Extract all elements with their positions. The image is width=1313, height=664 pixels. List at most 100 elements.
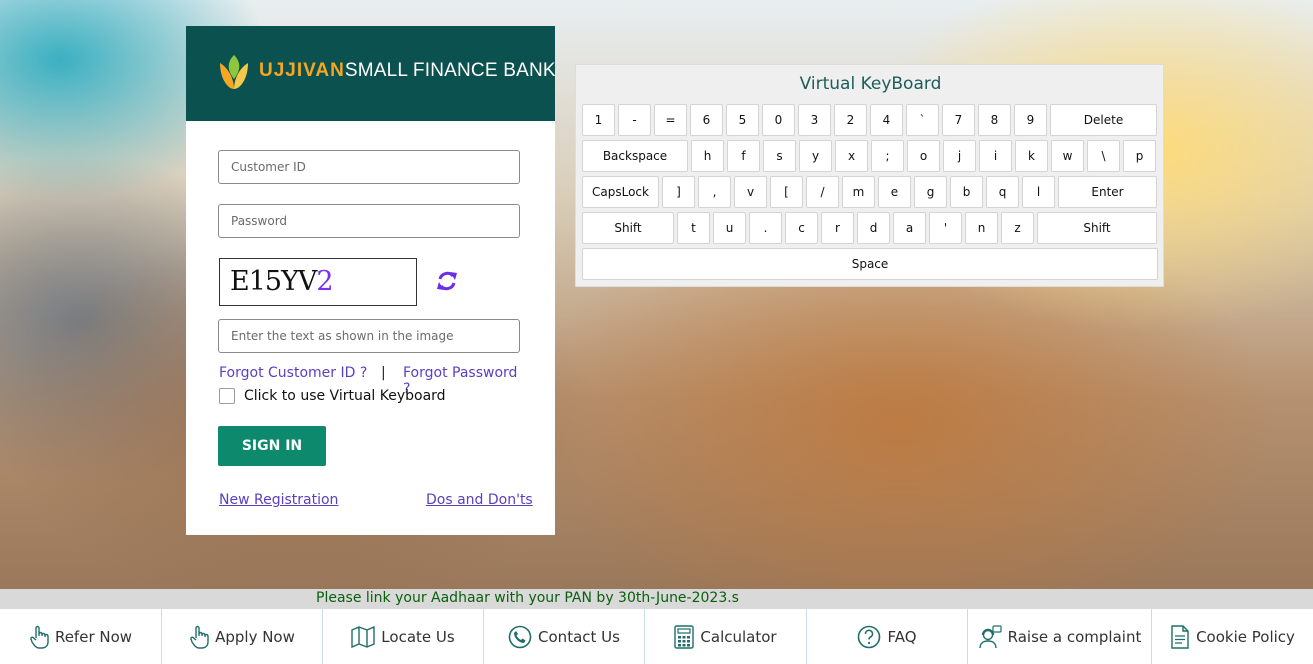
key-char[interactable]: n (965, 212, 998, 244)
key-capslock[interactable]: CapsLock (582, 176, 659, 208)
key-char[interactable]: o (907, 140, 940, 172)
forgot-customer-id-link[interactable]: Forgot Customer ID ? (219, 365, 367, 381)
footer-faq[interactable]: FAQ (807, 609, 968, 664)
footer-label: Locate Us (381, 627, 455, 646)
key-char[interactable]: ; (871, 140, 904, 172)
question-icon (858, 625, 881, 648)
brand-name-secondary: SMALL FINANCE BANK (344, 60, 556, 81)
key-char[interactable]: 4 (870, 104, 903, 136)
key-char[interactable]: f (727, 140, 760, 172)
virtual-keyboard-toggle[interactable]: Click to use Virtual Keyboard (219, 388, 446, 404)
key-char[interactable]: s (763, 140, 796, 172)
key-char[interactable]: ' (929, 212, 962, 244)
key-char[interactable]: r (821, 212, 854, 244)
key-char[interactable]: . (749, 212, 782, 244)
login-card: UJJIVANSMALL FINANCE BANK E15YV2 Forgot … (186, 26, 556, 535)
key-char[interactable]: 2 (834, 104, 867, 136)
key-char[interactable]: q (986, 176, 1019, 208)
footer-label: Calculator (700, 627, 777, 646)
key-shift[interactable]: Shift (582, 212, 674, 244)
footer-calculator[interactable]: Calculator (645, 609, 807, 664)
key-char[interactable]: ` (906, 104, 939, 136)
key-char[interactable]: b (950, 176, 983, 208)
key-space[interactable]: Space (582, 248, 1158, 280)
key-char[interactable]: , (698, 176, 731, 208)
notice-bar: Please link your Aadhaar with your PAN b… (0, 589, 1313, 609)
footer-refer-now[interactable]: Refer Now (0, 609, 162, 664)
key-char[interactable]: - (618, 104, 651, 136)
key-char[interactable]: [ (770, 176, 803, 208)
key-char[interactable]: x (835, 140, 868, 172)
notice-text: Please link your Aadhaar with your PAN b… (316, 590, 739, 606)
key-char[interactable]: l (1022, 176, 1055, 208)
footer-label: Raise a complaint (1007, 627, 1142, 646)
key-char[interactable]: g (914, 176, 947, 208)
sign-in-button[interactable]: SIGN IN (218, 426, 326, 466)
captcha-text-main: E15YV (230, 266, 317, 297)
support-agent-icon (978, 624, 1002, 648)
key-char[interactable]: 7 (942, 104, 975, 136)
key-char[interactable]: 5 (726, 104, 759, 136)
key-shift[interactable]: Shift (1037, 212, 1157, 244)
captcha-text-last: 2 (316, 266, 333, 297)
key-char[interactable]: i (979, 140, 1012, 172)
password-input[interactable] (218, 204, 520, 238)
key-char[interactable]: 9 (1014, 104, 1047, 136)
brand-header: UJJIVANSMALL FINANCE BANK (186, 26, 556, 121)
links-separator: | (381, 365, 386, 381)
key-char[interactable]: 6 (690, 104, 723, 136)
key-char[interactable]: h (691, 140, 724, 172)
key-char[interactable]: c (785, 212, 818, 244)
key-char[interactable]: 1 (582, 104, 615, 136)
key-char[interactable]: 0 (762, 104, 795, 136)
key-char[interactable]: y (799, 140, 832, 172)
captcha-text: E15YV2 (230, 266, 334, 297)
key-char[interactable]: p (1123, 140, 1156, 172)
captcha-input[interactable] (218, 319, 520, 353)
footer-locate-us[interactable]: Locate Us (323, 609, 484, 664)
footer-label: Refer Now (54, 627, 133, 646)
key-enter[interactable]: Enter (1058, 176, 1157, 208)
key-char[interactable]: \ (1087, 140, 1120, 172)
footer-contact-us[interactable]: Contact Us (484, 609, 645, 664)
new-registration-link[interactable]: New Registration (219, 492, 338, 508)
key-char[interactable]: m (842, 176, 875, 208)
refresh-captcha-icon[interactable] (436, 270, 458, 292)
key-char[interactable]: w (1051, 140, 1084, 172)
document-icon (1171, 624, 1189, 649)
footer-label: Cookie Policy (1196, 627, 1295, 646)
key-char[interactable]: v (734, 176, 767, 208)
key-char[interactable]: j (943, 140, 976, 172)
key-char[interactable]: 3 (798, 104, 831, 136)
key-char[interactable]: 8 (978, 104, 1011, 136)
phone-icon (508, 625, 532, 648)
key-char[interactable]: u (713, 212, 746, 244)
footer-cookie-policy[interactable]: Cookie Policy (1152, 609, 1313, 664)
key-char[interactable]: e (878, 176, 911, 208)
virtual-keyboard-checkbox[interactable] (219, 388, 235, 404)
key-char[interactable]: t (677, 212, 710, 244)
key-delete[interactable]: Delete (1050, 104, 1157, 136)
key-char[interactable]: a (893, 212, 926, 244)
key-char[interactable]: / (806, 176, 839, 208)
customer-id-input[interactable] (218, 150, 520, 184)
key-char[interactable]: ] (662, 176, 695, 208)
forgot-links-row: Forgot Customer ID ? | Forgot Password ? (219, 365, 529, 397)
footer-label: Apply Now (215, 627, 295, 646)
footer-nav: Refer Now Apply Now Locate Us Contact Us… (0, 609, 1313, 664)
key-backspace[interactable]: Backspace (582, 140, 688, 172)
map-icon (351, 625, 375, 648)
footer-raise-complaint[interactable]: Raise a complaint (968, 609, 1152, 664)
hand-pointer-icon (190, 625, 209, 649)
key-char[interactable]: = (654, 104, 687, 136)
brand-wordmark: UJJIVANSMALL FINANCE BANK (259, 60, 556, 82)
key-char[interactable]: k (1015, 140, 1048, 172)
dos-and-donts-link[interactable]: Dos and Don'ts (426, 492, 533, 508)
key-char[interactable]: z (1001, 212, 1034, 244)
key-char[interactable]: d (857, 212, 890, 244)
brand-name-primary: UJJIVAN (259, 60, 345, 81)
footer-label: FAQ (887, 627, 917, 646)
footer-apply-now[interactable]: Apply Now (162, 609, 323, 664)
virtual-keyboard-label: Click to use Virtual Keyboard (244, 388, 446, 404)
calculator-icon (674, 624, 695, 649)
